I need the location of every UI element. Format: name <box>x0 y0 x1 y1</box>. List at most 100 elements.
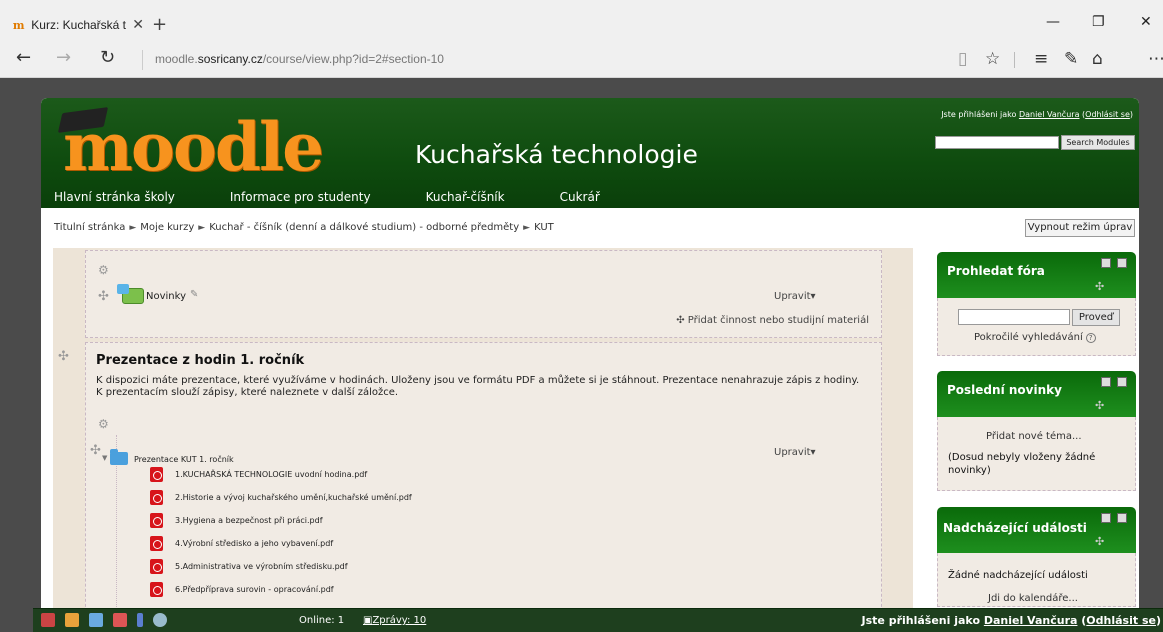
forum-search-input[interactable] <box>958 309 1070 325</box>
messages-link[interactable]: ▣Zprávy: 10 <box>363 615 426 626</box>
block-latest-news: Poslední novinky ✣ Přidat nové téma... (… <box>937 371 1136 497</box>
bottom-dock-bar: Online: 1 ▣Zprávy: 10 Jste přihlášeni ja… <box>33 608 1163 632</box>
add-activity-link[interactable]: ✣ Přidat činnost nebo studijní materiál <box>676 315 869 326</box>
mail-icon[interactable] <box>89 613 103 627</box>
main-menu: Hlavní stránka školy Informace pro stude… <box>54 190 655 204</box>
course-content: ⚙ ✣ Novinky ✎ Upravit▾ ✣ Přidat činnost … <box>53 248 913 618</box>
block-header: Poslední novinky ✣ <box>937 371 1136 417</box>
search-modules-input[interactable] <box>935 136 1059 149</box>
forum-icon <box>117 284 144 304</box>
web-note-icon[interactable]: ✎ <box>1064 49 1078 69</box>
moodle-logo[interactable]: moodle <box>63 114 324 180</box>
gear-icon[interactable]: ⚙ <box>98 417 109 431</box>
search-modules-button[interactable]: Search Modules <box>1061 135 1135 150</box>
pdf-icon <box>150 513 163 528</box>
file-item[interactable]: 1.KUCHAŘSKÁ TECHNOLOGIE uvodní hodina.pd… <box>150 467 367 482</box>
favorite-star-icon[interactable]: ☆ <box>985 49 1000 69</box>
block-title: Nadcházející události <box>943 521 1087 535</box>
block-title: Poslední novinky <box>947 383 1062 397</box>
dock-block-icon[interactable] <box>1117 258 1127 268</box>
help-icon[interactable]: ? <box>1085 333 1096 343</box>
restore-icon[interactable]: ❐ <box>1092 14 1105 30</box>
menu-item-cook-waiter[interactable]: Kuchař-číšník <box>426 190 505 204</box>
move-icon[interactable]: ✣ <box>90 443 101 458</box>
move-icon[interactable]: ✣ <box>1095 399 1104 412</box>
move-icon[interactable]: ✣ <box>98 289 109 304</box>
collapse-block-icon[interactable] <box>1101 377 1111 387</box>
close-tab-icon[interactable]: ✕ <box>132 17 144 33</box>
folder-icon <box>110 449 128 465</box>
moodle-favicon-icon: m <box>12 18 25 32</box>
breadcrumb-home[interactable]: Titulní stránka <box>54 222 125 233</box>
edit-menu-button[interactable]: Upravit▾ <box>774 447 816 458</box>
block-header: Nadcházející události ✣ <box>937 507 1136 553</box>
menu-item-school[interactable]: Hlavní stránka školy <box>54 190 175 204</box>
file-item[interactable]: 6.Předpříprava surovin - opracování.pdf <box>150 582 334 597</box>
hub-icon[interactable]: ≡ <box>1034 49 1048 69</box>
move-icon[interactable]: ✣ <box>1095 280 1104 293</box>
file-item[interactable]: 2.Historie a vývoj kuchařského umění,kuc… <box>150 490 412 505</box>
gear-icon[interactable]: ⚙ <box>98 263 109 277</box>
advanced-search-link[interactable]: Pokročilé vyhledávání? <box>974 332 1096 343</box>
books-icon[interactable] <box>41 613 55 627</box>
calendar-link[interactable]: Jdi do kalendáře... <box>988 593 1078 604</box>
dock-block-icon[interactable] <box>1117 513 1127 523</box>
file-item[interactable]: 4.Výrobní středisko a jeho vybavení.pdf <box>150 536 333 551</box>
dock-icons <box>41 613 177 627</box>
close-window-icon[interactable]: ✕ <box>1140 14 1152 30</box>
collapse-block-icon[interactable] <box>1101 513 1111 523</box>
back-icon[interactable]: ← <box>16 47 31 68</box>
address-bar: ← → ↻ moodle.sosricany.cz/course/view.ph… <box>0 40 1163 78</box>
user-profile-link[interactable]: Daniel Vančura <box>1019 110 1080 119</box>
add-topic-link[interactable]: Přidat nové téma... <box>986 431 1082 442</box>
forward-icon[interactable]: → <box>56 47 71 68</box>
share-icon[interactable]: ⌂ <box>1092 49 1103 69</box>
breadcrumb-my-courses[interactable]: Moje kurzy <box>140 222 194 233</box>
pin-icon[interactable] <box>137 613 143 627</box>
move-icon[interactable]: ✣ <box>1095 535 1104 548</box>
site-header: moodle Kuchařská technologie Jste přihlá… <box>41 98 1139 208</box>
login-info: Jste přihlášeni jako Daniel Vančura (Odh… <box>941 110 1133 119</box>
section-presentations: ✣ Prezentace z hodin 1. ročník K dispozi… <box>58 342 882 618</box>
refresh-icon[interactable]: ↻ <box>100 47 115 68</box>
block-body: Proveď Pokročilé vyhledávání? <box>937 298 1136 356</box>
pdf-icon <box>150 467 163 482</box>
forum-link-novinky[interactable]: Novinky <box>146 291 186 302</box>
logout-link[interactable]: Odhlásit se <box>1085 110 1130 119</box>
section-move-icon[interactable]: ✣ <box>58 349 69 364</box>
footer-user-link[interactable]: Daniel Vančura <box>984 614 1078 627</box>
url-field[interactable]: moodle.sosricany.cz/course/view.php?id=2… <box>155 52 444 66</box>
section-title: Prezentace z hodin 1. ročník <box>96 353 305 368</box>
block-title: Prohledat fóra <box>947 264 1045 278</box>
pdf-icon <box>150 582 163 597</box>
forum-search-button[interactable]: Proveď <box>1072 309 1120 326</box>
no-news-text: (Dosud nebyly vloženy žádné novinky) <box>948 452 1096 476</box>
menu-item-confectioner[interactable]: Cukrář <box>560 190 600 204</box>
minimize-icon[interactable]: — <box>1046 14 1060 30</box>
breadcrumb-category[interactable]: Kuchař - číšník (denní a dálkové studium… <box>209 222 519 233</box>
footer-logout-link[interactable]: Odhlásit se <box>1086 614 1156 627</box>
block-body: Žádné nadcházející události Jdi do kalen… <box>937 553 1136 607</box>
browser-tab[interactable]: m Kurz: Kuchařská technol ✕ <box>0 10 144 40</box>
reading-view-icon[interactable]: ▯ <box>958 49 967 69</box>
breadcrumb-course[interactable]: KUT <box>534 222 554 233</box>
calendar-icon[interactable] <box>113 613 127 627</box>
section-summary: K dispozici máte prezentace, které využí… <box>96 375 860 398</box>
menu-item-students[interactable]: Informace pro studenty <box>230 190 371 204</box>
more-icon[interactable]: ⋯ <box>1148 49 1163 69</box>
edit-title-pencil-icon[interactable]: ✎ <box>190 289 198 300</box>
edit-menu-button[interactable]: Upravit▾ <box>774 291 816 302</box>
dock-block-icon[interactable] <box>1117 377 1127 387</box>
folder-name[interactable]: Prezentace KUT 1. ročník <box>134 455 234 464</box>
course-title: Kuchařská technologie <box>415 140 698 169</box>
turn-editing-off-button[interactable]: Vypnout režim úprav <box>1025 219 1135 237</box>
search-icon[interactable] <box>153 613 167 627</box>
user-icon[interactable] <box>65 613 79 627</box>
footer-login-info: Jste přihlášeni jako Daniel Vančura (Odh… <box>861 614 1161 627</box>
file-item[interactable]: 5.Administrativa ve výrobním středisku.p… <box>150 559 348 574</box>
expand-triangle-icon[interactable]: ▼ <box>102 454 107 462</box>
new-tab-icon[interactable]: + <box>152 14 167 35</box>
file-item[interactable]: 3.Hygiena a bezpečnost při práci.pdf <box>150 513 323 528</box>
pdf-icon <box>150 559 163 574</box>
collapse-block-icon[interactable] <box>1101 258 1111 268</box>
